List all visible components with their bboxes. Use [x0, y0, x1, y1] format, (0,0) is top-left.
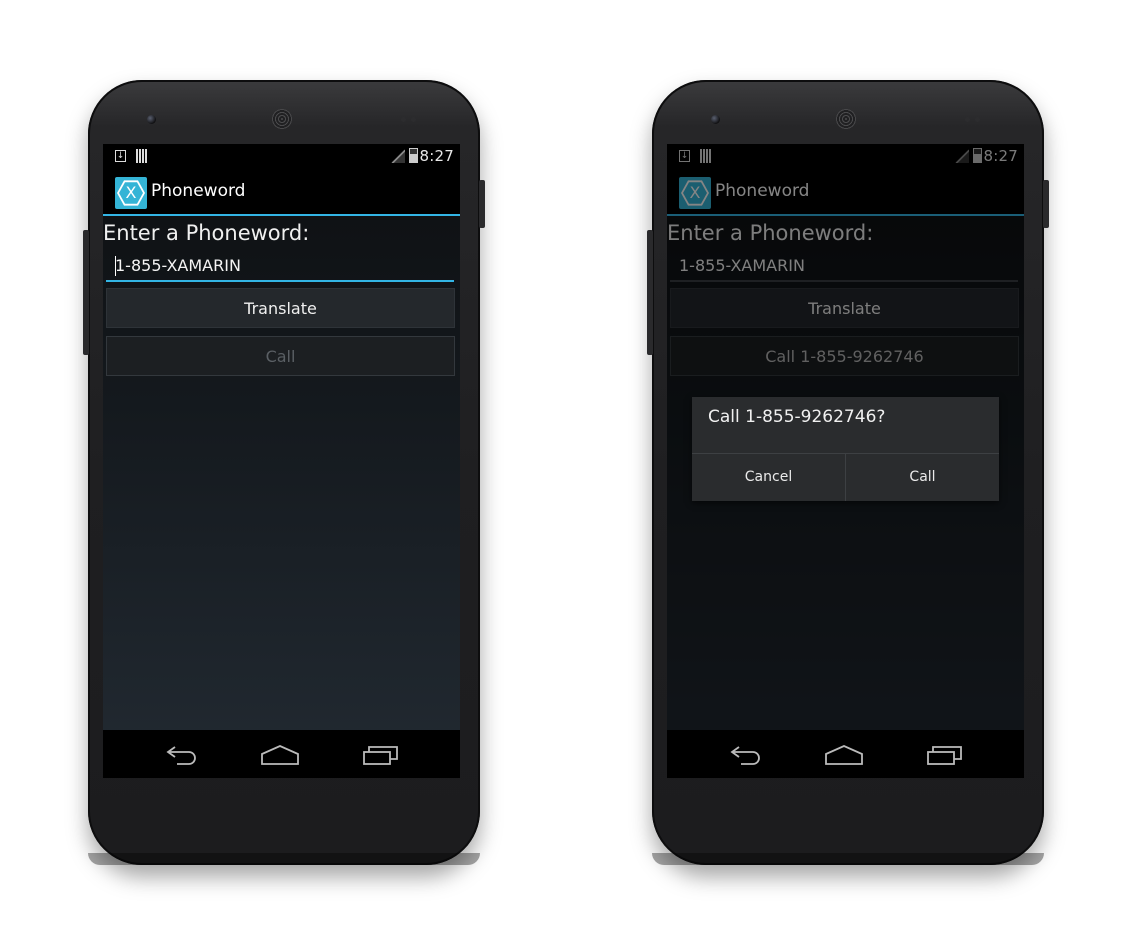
dialog-message: Call 1-855-9262746? — [708, 407, 886, 427]
volume-button — [83, 230, 89, 355]
light-sensor — [411, 117, 416, 122]
screen: ↓ 8:27 X Phoneword Enter a Phoneword: Tr… — [103, 144, 460, 778]
power-button — [1043, 180, 1049, 228]
barcode-icon — [136, 149, 148, 163]
status-bar: ↓ 8:27 — [103, 144, 460, 170]
home-icon[interactable] — [261, 744, 299, 766]
status-time: 8:27 — [419, 147, 454, 165]
dialog-call-button[interactable]: Call — [846, 454, 999, 501]
proximity-sensor — [965, 117, 970, 122]
recents-icon[interactable] — [927, 744, 963, 766]
signal-icon — [391, 149, 405, 163]
phone-left: ↓ 8:27 X Phoneword Enter a Phoneword: Tr… — [83, 80, 485, 865]
battery-icon — [409, 148, 418, 163]
front-camera — [711, 115, 720, 124]
navigation-bar — [667, 730, 1024, 778]
volume-button — [647, 230, 653, 355]
phone-right: ↓ 8:27 X Phoneword Enter a Phoneword: Tr… — [647, 80, 1049, 865]
dialog-button-bar: Cancel Call — [692, 453, 999, 502]
screen: ↓ 8:27 X Phoneword Enter a Phoneword: Tr… — [667, 144, 1024, 778]
earpiece-speaker — [272, 109, 292, 129]
dialog-cancel-button[interactable]: Cancel — [692, 454, 846, 501]
recents-icon[interactable] — [363, 744, 399, 766]
phoneword-input[interactable] — [106, 250, 454, 282]
earpiece-speaker — [836, 109, 856, 129]
back-icon[interactable] — [729, 743, 765, 765]
translate-button[interactable]: Translate — [106, 288, 455, 328]
app-title: Phoneword — [151, 181, 246, 201]
text-caret — [115, 256, 116, 276]
call-confirm-dialog: Call 1-855-9262746? Cancel Call — [692, 397, 999, 501]
call-button[interactable]: Call — [106, 336, 455, 376]
proximity-sensor — [401, 117, 406, 122]
navigation-bar — [103, 730, 460, 778]
home-icon[interactable] — [825, 744, 863, 766]
download-icon: ↓ — [115, 150, 126, 162]
light-sensor — [975, 117, 980, 122]
xamarin-x-hex-icon[interactable]: X — [115, 177, 147, 209]
back-icon[interactable] — [165, 743, 201, 765]
action-bar: X Phoneword — [103, 170, 460, 216]
front-camera — [147, 115, 156, 124]
power-button — [479, 180, 485, 228]
phoneword-label: Enter a Phoneword: — [103, 221, 310, 245]
